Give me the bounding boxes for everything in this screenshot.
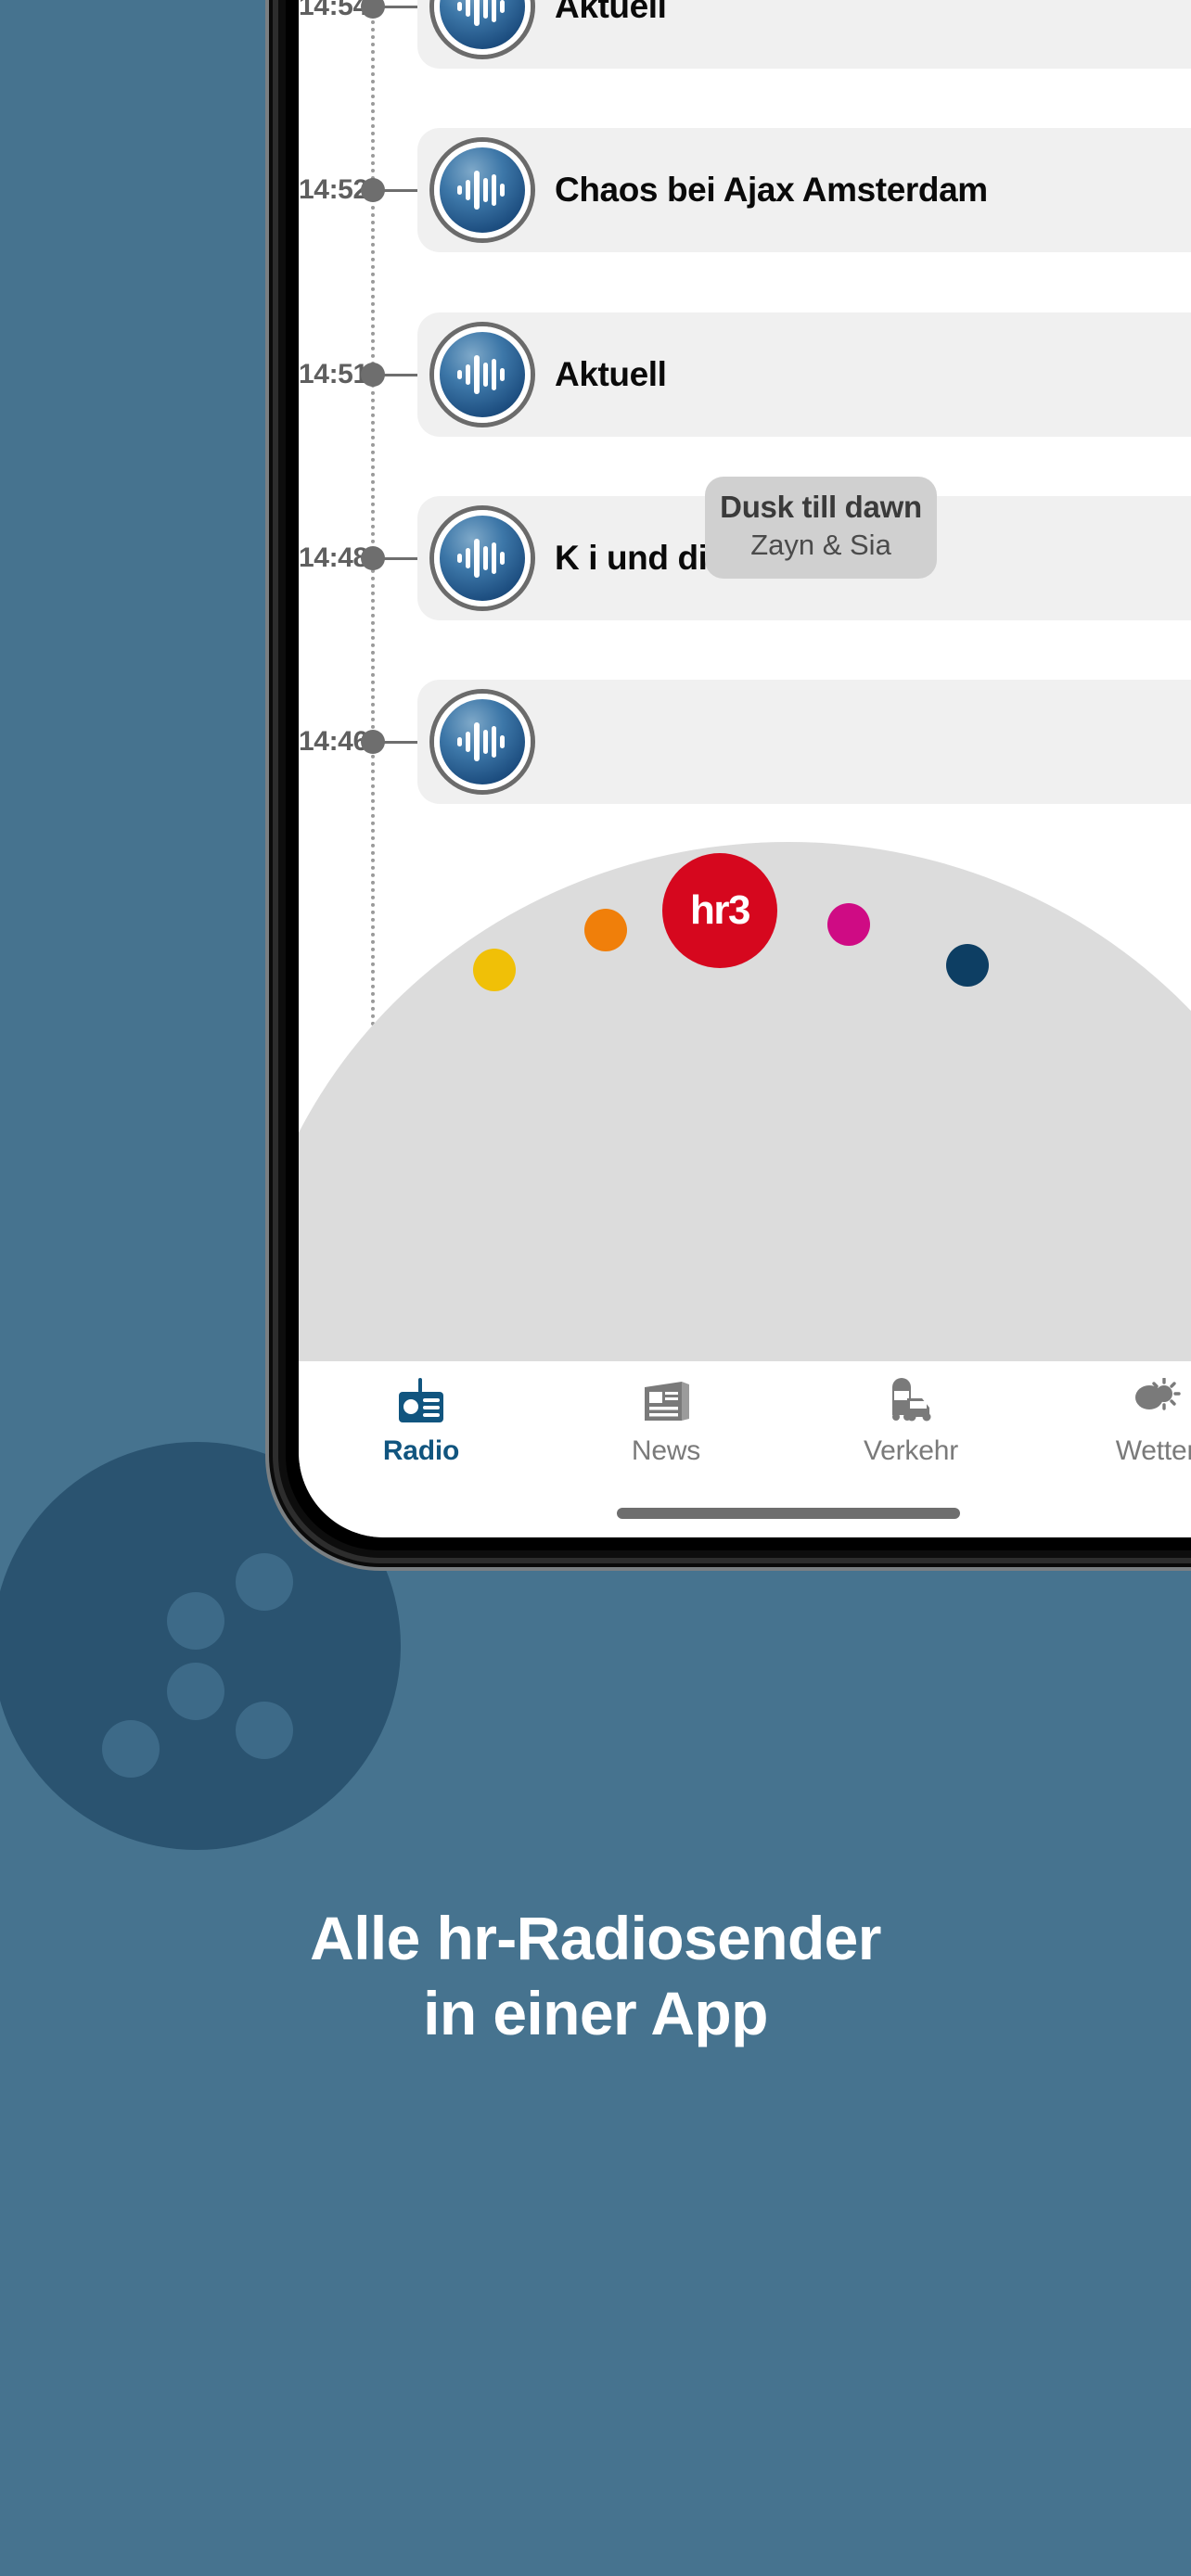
tab-wetter[interactable]: Wetter <box>1033 1376 1191 1537</box>
timeline-node <box>361 363 385 387</box>
weather-icon <box>1131 1376 1181 1424</box>
tab-label-verkehr: Verkehr <box>864 1435 958 1466</box>
timeline-card[interactable]: Aktuell <box>417 0 1191 69</box>
timeline-row[interactable]: 14:54 Aktuell <box>299 0 1191 76</box>
home-indicator[interactable] <box>617 1508 960 1519</box>
deco-dot <box>236 1553 293 1611</box>
song-title: Dusk till dawn <box>720 490 922 524</box>
station-label-hr3: hr3 <box>690 887 750 933</box>
radio-icon <box>397 1376 445 1424</box>
timeline-title: K i und die <box>555 539 726 578</box>
timeline-node <box>361 546 385 570</box>
phone-screen: 14:55 Gefechte im Kosovo <box>299 0 1191 1537</box>
timeline-time: 14:54 <box>299 0 368 21</box>
audio-wave-icon <box>434 694 531 790</box>
tab-label-radio: Radio <box>382 1435 460 1466</box>
deco-dot <box>167 1663 224 1720</box>
timeline-time: 14:46 <box>299 726 368 757</box>
timeline-title: Aktuell <box>555 355 667 394</box>
station-dot-orange[interactable] <box>584 909 627 951</box>
timeline-card[interactable] <box>417 680 1191 804</box>
timeline-time: 14:51 <box>299 359 368 389</box>
newspaper-icon <box>641 1376 691 1424</box>
deco-dot <box>236 1702 293 1759</box>
timeline-row[interactable]: 14:52 Chaos bei Ajax Amsterdam <box>299 121 1191 260</box>
promo-caption: Alle hr-Radiosender in einer App <box>310 1904 881 2047</box>
timeline-node <box>361 178 385 202</box>
audio-wave-icon <box>434 510 531 606</box>
tab-label-wetter: Wetter <box>1115 1435 1191 1466</box>
timeline-row[interactable]: 14:51 Aktuell <box>299 305 1191 444</box>
station-dot-hr3[interactable]: hr3 <box>662 853 777 968</box>
audio-wave-icon <box>434 0 531 55</box>
timeline-row[interactable]: 14:46 <box>299 672 1191 811</box>
timeline-node <box>361 0 385 19</box>
tab-label-news: News <box>631 1435 701 1466</box>
traffic-icon <box>885 1376 937 1424</box>
song-artist: Zayn & Sia <box>750 529 891 561</box>
station-dot-yellow[interactable] <box>473 949 516 991</box>
station-dot-magenta[interactable] <box>827 903 870 946</box>
station-dot-navy[interactable] <box>946 944 989 987</box>
deco-dot <box>167 1592 224 1650</box>
timeline-card[interactable]: Chaos bei Ajax Amsterdam <box>417 128 1191 252</box>
timeline-node <box>361 730 385 754</box>
audio-wave-icon <box>434 142 531 238</box>
timeline-title: Aktuell <box>555 0 667 26</box>
timeline-time: 14:52 <box>299 174 368 205</box>
now-playing-toast: Dusk till dawn Zayn & Sia <box>705 477 937 579</box>
timeline-title: Chaos bei Ajax Amsterdam <box>555 171 988 210</box>
timeline-time: 14:48 <box>299 542 368 573</box>
tab-radio[interactable]: Radio <box>299 1376 544 1537</box>
audio-wave-icon <box>434 326 531 423</box>
deco-dot <box>102 1720 160 1778</box>
phone-mockup: 14:55 Gefechte im Kosovo <box>278 0 1191 1558</box>
timeline-card[interactable]: Aktuell <box>417 312 1191 437</box>
